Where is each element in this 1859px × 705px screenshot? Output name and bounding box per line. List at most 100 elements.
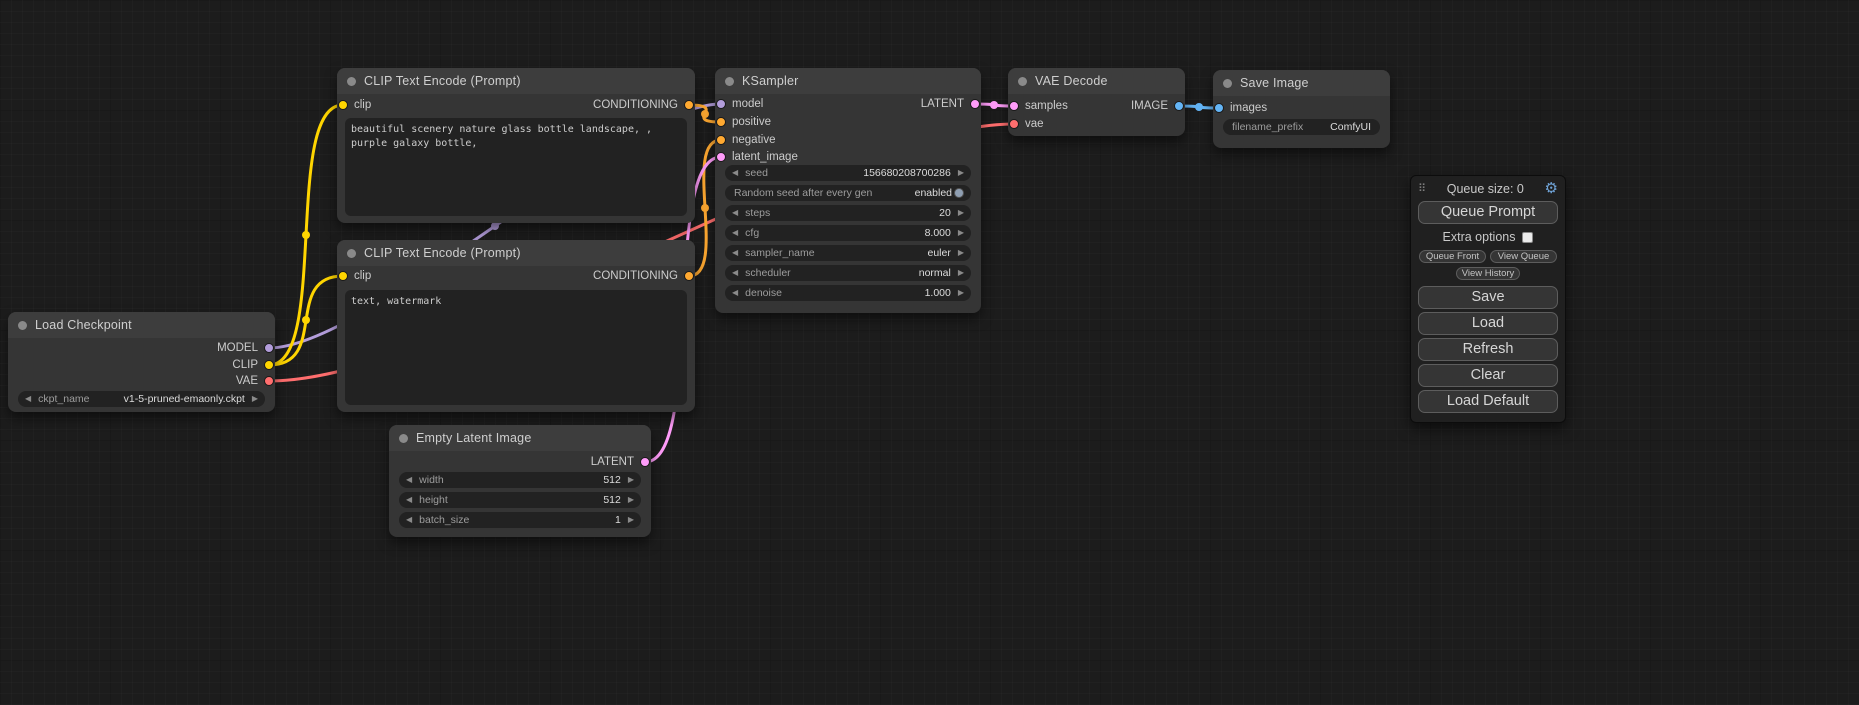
slot-dot[interactable] (684, 100, 694, 110)
widget-seed[interactable]: ◀ seed 156680208700286 ▶ (725, 165, 971, 181)
increment-arrow-icon[interactable]: ▶ (958, 229, 964, 237)
decrement-arrow-icon[interactable]: ◀ (25, 395, 31, 403)
extra-options-checkbox[interactable] (1522, 232, 1533, 243)
decrement-arrow-icon[interactable]: ◀ (406, 496, 412, 504)
load-button[interactable]: Load (1418, 312, 1558, 335)
output-slot-model[interactable]: MODEL (217, 340, 274, 356)
node-vae-decode[interactable]: VAE Decode samples vae IMAGE (1008, 68, 1185, 136)
slot-dot[interactable] (338, 100, 348, 110)
decrement-arrow-icon[interactable]: ◀ (732, 269, 738, 277)
increment-arrow-icon[interactable]: ▶ (628, 516, 634, 524)
increment-arrow-icon[interactable]: ▶ (958, 249, 964, 257)
output-slot-vae[interactable]: VAE (236, 373, 274, 389)
node-ksampler[interactable]: KSampler model positive negative latent_… (715, 68, 981, 313)
output-slot-conditioning[interactable]: CONDITIONING (593, 97, 694, 113)
output-slot-clip[interactable]: CLIP (232, 357, 274, 373)
slot-dot[interactable] (1174, 101, 1184, 111)
input-slot-negative[interactable]: negative (716, 132, 775, 148)
widget-random-seed-toggle[interactable]: Random seed after every gen enabled (725, 185, 971, 201)
collapse-dot-icon[interactable] (347, 249, 356, 258)
view-queue-button[interactable]: View Queue (1490, 250, 1557, 263)
widget-width[interactable]: ◀ width 512 ▶ (399, 472, 641, 488)
collapse-dot-icon[interactable] (18, 321, 27, 330)
node-save-image[interactable]: Save Image images filename_prefix ComfyU… (1213, 70, 1390, 148)
node-title-bar[interactable]: Save Image (1213, 70, 1390, 96)
queue-prompt-button[interactable]: Queue Prompt (1418, 201, 1558, 224)
decrement-arrow-icon[interactable]: ◀ (406, 476, 412, 484)
drag-handle-icon[interactable]: ⠿ (1418, 182, 1426, 195)
increment-arrow-icon[interactable]: ▶ (628, 476, 634, 484)
collapse-dot-icon[interactable] (347, 77, 356, 86)
slot-dot[interactable] (970, 99, 980, 109)
slot-dot[interactable] (640, 457, 650, 467)
node-title-bar[interactable]: Empty Latent Image (389, 425, 651, 451)
collapse-dot-icon[interactable] (725, 77, 734, 86)
slot-dot[interactable] (1214, 103, 1224, 113)
decrement-arrow-icon[interactable]: ◀ (732, 289, 738, 297)
widget-denoise[interactable]: ◀ denoise 1.000 ▶ (725, 285, 971, 301)
widget-cfg[interactable]: ◀ cfg 8.000 ▶ (725, 225, 971, 241)
node-load-checkpoint[interactable]: Load Checkpoint MODEL CLIP VAE ◀ ckpt_na… (8, 312, 275, 412)
input-slot-vae[interactable]: vae (1009, 116, 1044, 132)
collapse-dot-icon[interactable] (1018, 77, 1027, 86)
slot-dot[interactable] (716, 117, 726, 127)
load-default-button[interactable]: Load Default (1418, 390, 1558, 413)
input-slot-clip[interactable]: clip (338, 268, 371, 284)
decrement-arrow-icon[interactable]: ◀ (732, 229, 738, 237)
input-slot-images[interactable]: images (1214, 100, 1267, 116)
widget-height[interactable]: ◀ height 512 ▶ (399, 492, 641, 508)
widget-scheduler[interactable]: ◀ scheduler normal ▶ (725, 265, 971, 281)
clear-button[interactable]: Clear (1418, 364, 1558, 387)
toggle-dot-icon[interactable] (954, 188, 964, 198)
node-clip-text-encode-negative[interactable]: CLIP Text Encode (Prompt) clip CONDITION… (337, 240, 695, 412)
increment-arrow-icon[interactable]: ▶ (958, 289, 964, 297)
increment-arrow-icon[interactable]: ▶ (958, 169, 964, 177)
slot-dot[interactable] (716, 152, 726, 162)
output-slot-conditioning[interactable]: CONDITIONING (593, 268, 694, 284)
save-button[interactable]: Save (1418, 286, 1558, 309)
widget-steps[interactable]: ◀ steps 20 ▶ (725, 205, 971, 221)
increment-arrow-icon[interactable]: ▶ (958, 209, 964, 217)
slot-dot[interactable] (264, 360, 274, 370)
collapse-dot-icon[interactable] (399, 434, 408, 443)
output-slot-latent[interactable]: LATENT (591, 454, 650, 470)
increment-arrow-icon[interactable]: ▶ (628, 496, 634, 504)
node-title-bar[interactable]: CLIP Text Encode (Prompt) (337, 68, 695, 94)
increment-arrow-icon[interactable]: ▶ (252, 395, 258, 403)
slot-dot[interactable] (264, 376, 274, 386)
slot-dot[interactable] (716, 99, 726, 109)
slot-dot[interactable] (716, 135, 726, 145)
input-slot-positive[interactable]: positive (716, 114, 771, 130)
decrement-arrow-icon[interactable]: ◀ (732, 169, 738, 177)
gear-icon[interactable]: ⚙ (1545, 181, 1558, 196)
slot-dot[interactable] (1009, 119, 1019, 129)
queue-front-button[interactable]: Queue Front (1419, 250, 1486, 263)
decrement-arrow-icon[interactable]: ◀ (732, 249, 738, 257)
widget-ckpt-name[interactable]: ◀ ckpt_name v1-5-pruned-emaonly.ckpt ▶ (18, 391, 265, 407)
output-slot-image[interactable]: IMAGE (1131, 98, 1184, 114)
node-title-bar[interactable]: Load Checkpoint (8, 312, 275, 338)
output-slot-latent[interactable]: LATENT (921, 96, 980, 112)
widget-sampler-name[interactable]: ◀ sampler_name euler ▶ (725, 245, 971, 261)
prompt-textarea[interactable]: beautiful scenery nature glass bottle la… (345, 118, 687, 216)
refresh-button[interactable]: Refresh (1418, 338, 1558, 361)
input-slot-samples[interactable]: samples (1009, 98, 1068, 114)
node-title-bar[interactable]: VAE Decode (1008, 68, 1185, 94)
node-empty-latent-image[interactable]: Empty Latent Image LATENT ◀ width 512 ▶ … (389, 425, 651, 537)
slot-dot[interactable] (264, 343, 274, 353)
slot-dot[interactable] (1009, 101, 1019, 111)
slot-dot[interactable] (684, 271, 694, 281)
input-slot-clip[interactable]: clip (338, 97, 371, 113)
increment-arrow-icon[interactable]: ▶ (958, 269, 964, 277)
widget-batch-size[interactable]: ◀ batch_size 1 ▶ (399, 512, 641, 528)
node-title-bar[interactable]: CLIP Text Encode (Prompt) (337, 240, 695, 266)
collapse-dot-icon[interactable] (1223, 79, 1232, 88)
widget-filename-prefix[interactable]: filename_prefix ComfyUI (1223, 119, 1380, 135)
decrement-arrow-icon[interactable]: ◀ (732, 209, 738, 217)
node-title-bar[interactable]: KSampler (715, 68, 981, 94)
input-slot-model[interactable]: model (716, 96, 763, 112)
decrement-arrow-icon[interactable]: ◀ (406, 516, 412, 524)
prompt-textarea[interactable]: text, watermark (345, 290, 687, 405)
input-slot-latent-image[interactable]: latent_image (716, 149, 798, 165)
slot-dot[interactable] (338, 271, 348, 281)
